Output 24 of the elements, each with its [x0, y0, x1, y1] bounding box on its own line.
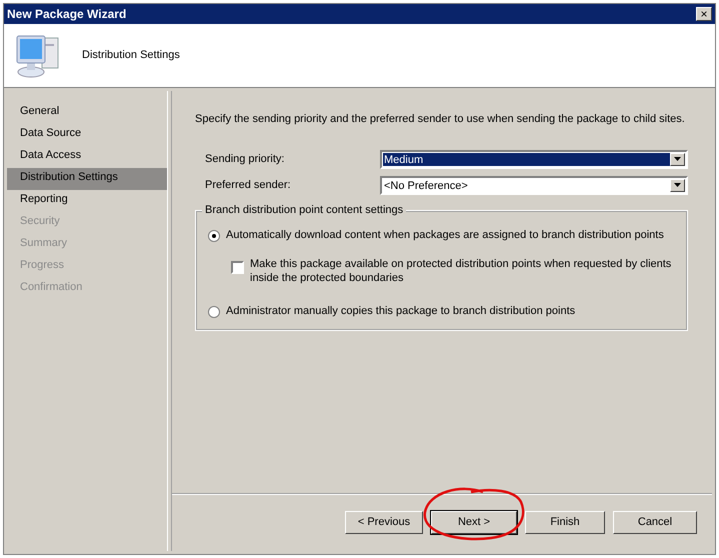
radio-button[interactable]	[208, 306, 220, 318]
sidebar-item[interactable]: Data Access	[7, 146, 167, 168]
dropdown-field[interactable]: Medium	[380, 150, 688, 169]
sidebar-item[interactable]: Data Source	[7, 124, 167, 146]
wizard-button[interactable]: < Previous	[345, 511, 423, 534]
close-button[interactable]: ×	[696, 7, 712, 21]
window-title: New Package Wizard	[7, 6, 126, 22]
description-text: Specify the sending priority and the preferred sender to use when sending the package to child sites.	[195, 113, 686, 126]
field-label: Preferred sender:	[205, 178, 292, 192]
sidebar-item[interactable]: Reporting	[7, 190, 167, 212]
sidebar-item[interactable]: General	[7, 102, 167, 124]
dropdown-field[interactable]: <No Preference>	[380, 176, 688, 195]
sidebar-item[interactable]: Distribution Settings	[7, 168, 167, 190]
group-title: Branch distribution point content settings	[202, 204, 406, 218]
wizard-button[interactable]: Finish	[525, 511, 605, 534]
page-title: Distribution Settings	[82, 48, 180, 62]
option-label: Automatically download content when packages are assigned to branch distribution points	[226, 229, 664, 242]
radio-button[interactable]	[208, 230, 220, 242]
option-label: Administrator manually copies this package to branch distribution points	[226, 304, 576, 318]
field-label: Sending priority:	[205, 152, 286, 166]
checkbox[interactable]	[231, 261, 244, 274]
wizard-button[interactable]: Cancel	[613, 511, 697, 534]
wizard-button[interactable]: Next >	[431, 511, 517, 534]
option-label: Make this package available on protected distribution points when requested by clients inside the protected boundaries	[250, 258, 672, 285]
